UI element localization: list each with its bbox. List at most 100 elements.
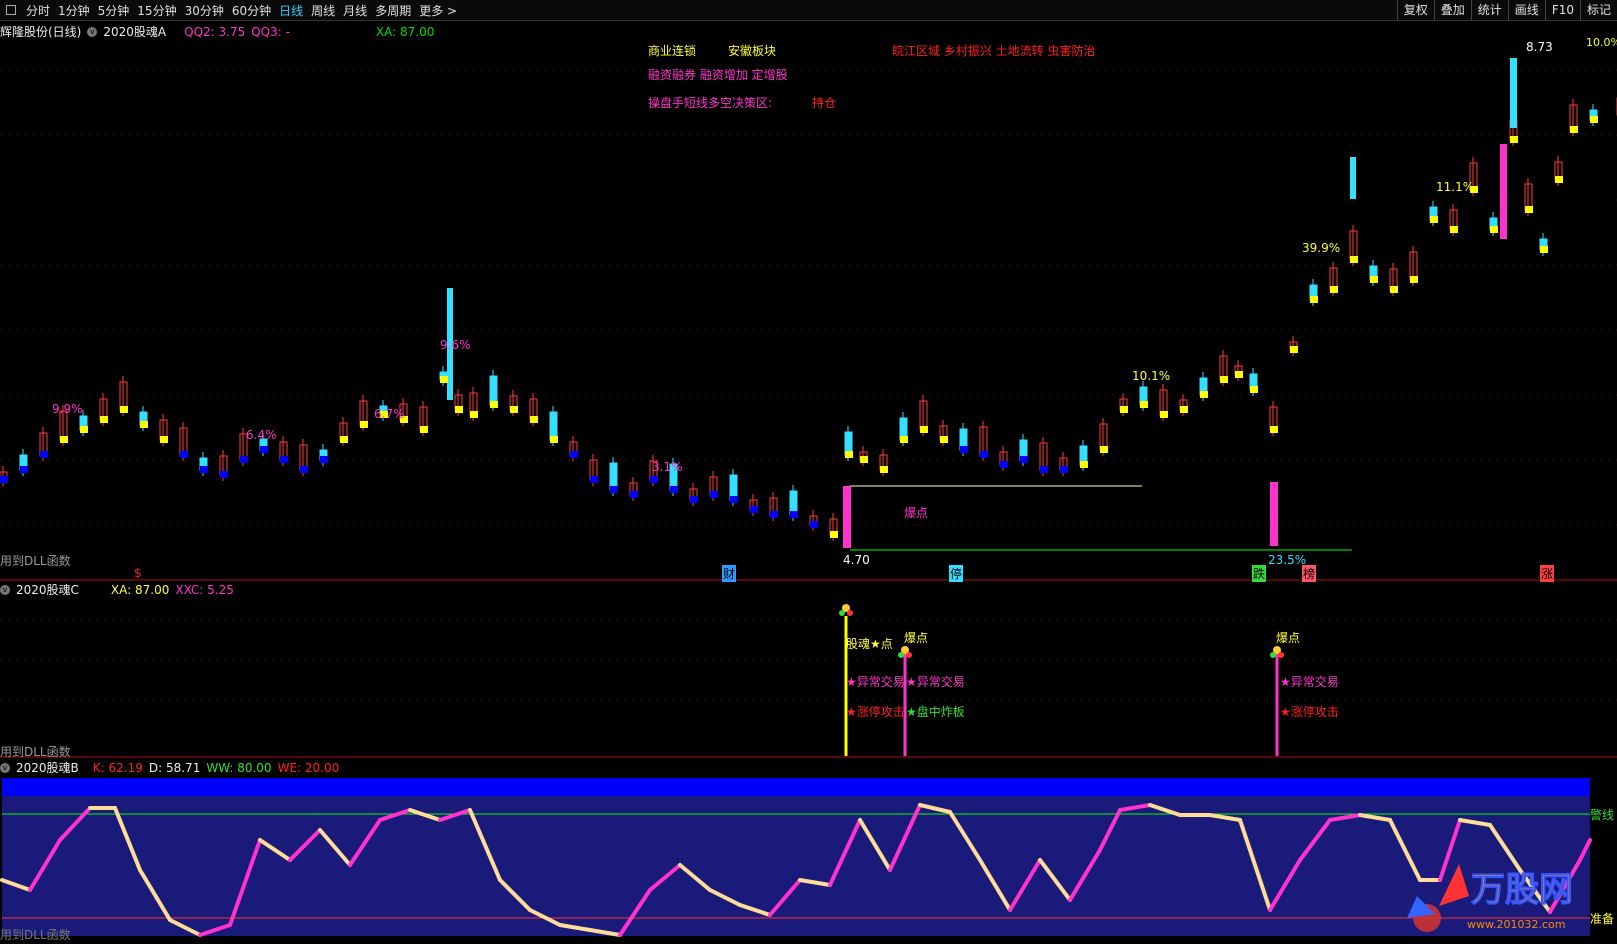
trend-block [1410, 276, 1418, 283]
signal-label: 爆点 [904, 631, 929, 645]
trend-block [550, 436, 558, 443]
signal-dot-icon [1278, 652, 1284, 658]
trend-block [1430, 216, 1438, 223]
signal-label: ★异常交易 [846, 675, 905, 689]
pct-label: 3.1% [652, 460, 683, 474]
candle-body [1350, 157, 1356, 199]
indicator-name-a[interactable]: 2020股魂A [103, 23, 166, 40]
candle-body [549, 411, 558, 441]
pct-label: 9.9% [52, 402, 83, 416]
trend-block [1350, 256, 1358, 263]
trend-block [1570, 126, 1578, 133]
decision-zone-label: 操盘手短线多空决策区: [648, 96, 773, 110]
trend-block [670, 486, 678, 493]
chevron-down-icon[interactable]: v [0, 584, 10, 595]
trend-block [180, 451, 188, 458]
trend-block [590, 476, 598, 483]
indicator-name-b[interactable]: 2020股魂B [16, 759, 79, 776]
site-logo: 万股网 www.201032.com [1387, 856, 1607, 940]
trend-block [1490, 226, 1498, 233]
signal-label: 爆点 [1276, 631, 1301, 645]
trend-block [470, 411, 478, 418]
signal-label: ★涨停攻击 [1280, 705, 1339, 719]
qq2-value: QQ2: 3.75 [184, 24, 246, 39]
pct-label: 23.5% [1268, 553, 1307, 567]
candle-body [489, 375, 498, 406]
event-marker[interactable]: 财 [722, 565, 737, 582]
c-panel-header: v 2020股魂C XA: 87.00 XXC: 5.25 [0, 581, 234, 598]
ww-value: WW: 80.00 [206, 760, 272, 775]
trend-block [1160, 411, 1168, 418]
trend-block [120, 406, 128, 413]
trend-block [1220, 376, 1228, 383]
trend-block [880, 466, 888, 473]
trend-block [420, 426, 428, 433]
right-edge-pct: 10.0% [1586, 36, 1617, 49]
trend-block [510, 406, 518, 413]
trend-block [1020, 456, 1028, 463]
trend-block [440, 376, 448, 383]
trend-block [1310, 296, 1318, 303]
logo-url: www.201032.com [1467, 918, 1566, 931]
trend-block [140, 421, 148, 428]
trend-block [455, 406, 463, 413]
pct-label: 10.1% [1132, 369, 1171, 383]
dll-note: 用到DLL函数 [0, 554, 71, 568]
qq3-value: QQ3: - [251, 24, 290, 39]
trend-block [830, 531, 838, 538]
concept-label-4: 融资融券 融资增加 定增股 [648, 68, 788, 82]
dll-note: 用到DLL函数 [0, 745, 71, 759]
trend-block [1510, 136, 1518, 143]
stock-name[interactable]: 辉隆股份(日线) [0, 23, 81, 40]
trend-block [900, 436, 908, 443]
chevron-down-icon[interactable]: v [87, 26, 98, 37]
trend-block [920, 426, 928, 433]
c-xa-value: XA: 87.00 [110, 582, 170, 597]
k-value: K: 62.19 [92, 760, 143, 775]
trend-block [690, 496, 698, 503]
concept-label-1: 商业连锁 [648, 44, 697, 58]
concept-label-3: 皖江区域 乡村振兴 土地流转 虫害防治 [892, 44, 1096, 58]
pct-label: 6.7% [374, 407, 405, 421]
trend-block [1450, 226, 1458, 233]
indicator-name-c[interactable]: 2020股魂C [16, 581, 79, 598]
dll-note: 用到DLL函数 [0, 928, 71, 942]
event-marker[interactable]: 停 [949, 565, 964, 582]
trend-block [630, 491, 638, 498]
trend-block [80, 426, 88, 433]
event-marker[interactable]: 涨 [1540, 565, 1555, 582]
pct-label: 6.4% [246, 428, 277, 442]
xa-value: XA: 87.00 [375, 24, 435, 39]
trend-block [1120, 406, 1128, 413]
trend-block [220, 471, 228, 478]
trend-block [340, 436, 348, 443]
trend-block [0, 476, 8, 483]
warn-line-label: 警线 [1590, 808, 1615, 822]
main-panel-header: 辉隆股份(日线) v 2020股魂A QQ2: 3.75 QQ3: - XA: … [0, 23, 434, 40]
chevron-down-icon[interactable]: v [0, 762, 10, 773]
event-marker[interactable]: 榜 [1302, 565, 1317, 582]
event-marker[interactable]: 跌 [1252, 565, 1267, 582]
trend-block [1540, 246, 1548, 253]
logo-arrow-icon [1439, 864, 1469, 906]
trend-block [240, 456, 248, 463]
kline-chart-canvas[interactable] [0, 0, 1617, 944]
trend-block [650, 476, 658, 483]
b-panel-header: v 2020股魂B K: 62.19 D: 58.71 WW: 80.00 WE… [0, 759, 339, 776]
trend-block [1555, 176, 1563, 183]
trend-block [845, 451, 853, 458]
trend-block [790, 511, 798, 518]
candle-body [843, 486, 851, 548]
trend-block [260, 446, 268, 453]
trend-block [750, 506, 758, 513]
trend-block [1180, 406, 1188, 413]
trend-block [1290, 346, 1298, 353]
c-xxc-value: XXC: 5.25 [175, 582, 234, 597]
signal-label: ★异常交易 [906, 675, 965, 689]
signal-dot-icon [1270, 652, 1276, 658]
baodian-label: 爆点 [904, 506, 929, 520]
trend-block [860, 456, 868, 463]
event-marker[interactable]: $ [134, 566, 142, 580]
pct-label: 39.9% [1302, 241, 1341, 255]
trend-block [1080, 461, 1088, 468]
